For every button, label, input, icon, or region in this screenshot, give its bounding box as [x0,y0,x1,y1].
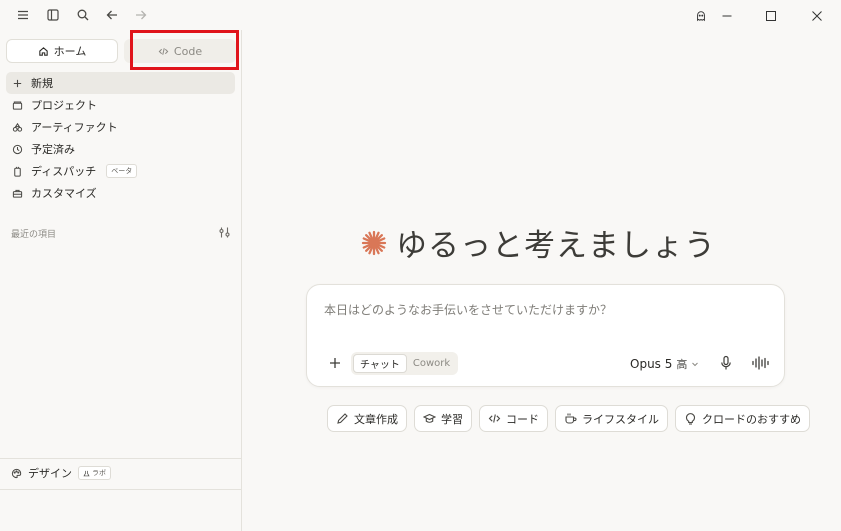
model-selector[interactable]: Opus 5 高 [630,356,699,372]
design-label: デザイン [28,467,72,480]
plus-icon [13,79,22,87]
chip-claudes-choice[interactable]: クロードのおすすめ [675,405,810,432]
effort-level: 高 [676,358,688,371]
chip-label: クロードのおすすめ [702,412,801,426]
voice-mode-icon[interactable] [751,355,769,371]
code-icon [158,47,169,55]
folder-icon [12,101,23,110]
filter-icon[interactable] [218,226,231,239]
code-icon [488,414,501,423]
sidebar-item-label: カスタマイズ [31,187,97,200]
palette-icon [11,468,22,478]
sidebar-item-scheduled[interactable]: 予定済み [6,138,235,160]
search-icon[interactable] [74,6,92,24]
claude-spark-icon [361,230,387,255]
briefcase-icon [12,189,23,198]
menu-icon[interactable] [14,6,32,24]
sidebar-item-label: アーティファクト [31,121,118,134]
sidebar-toggle-icon[interactable] [44,6,62,24]
chip-label: コード [506,412,539,426]
sidebar-item-label: ディスパッチ [31,165,97,178]
forward-arrow-icon[interactable] [132,6,150,24]
back-arrow-icon[interactable] [103,6,121,24]
minimize-icon[interactable] [712,4,742,28]
greeting: ゆるっと考えましょう [360,220,716,265]
flask-icon [83,470,90,476]
tab-code[interactable]: Code [124,39,236,63]
tab-home-label: ホーム [53,45,87,58]
sidebar-item-new[interactable]: 新規 [6,72,235,94]
pen-icon [337,413,348,424]
graduation-cap-icon [423,413,436,423]
chip-lifestyle[interactable]: ライフスタイル [555,405,668,432]
phone-icon [14,166,21,177]
beta-badge: ベータ [106,164,138,178]
chip-code[interactable]: コード [479,405,548,432]
lightbulb-icon [685,413,696,425]
chevron-down-icon [692,362,699,367]
close-icon[interactable] [802,4,832,28]
suggestion-chips: 文章作成 学習 コード ライフスタイル クロードのおすすめ [327,405,810,432]
tab-home[interactable]: ホーム [6,39,119,63]
sidebar-item-label: 予定済み [31,143,75,156]
tab-code-label: Code [173,44,203,58]
sidebar-nav: 新規 プロジェクト アーティファクト 予定済み ディスパッチ ベータ カスタマイ… [6,72,235,204]
maximize-icon[interactable] [756,4,786,28]
recents-label: 最近の項目 [11,230,57,240]
sidebar-item-dispatch[interactable]: ディスパッチ ベータ [6,160,235,182]
artifacts-icon [12,122,23,132]
sidebar-divider [0,489,241,490]
chip-writing[interactable]: 文章作成 [327,405,407,432]
lab-badge-label: ラボ [92,469,106,477]
sidebar-item-customize[interactable]: カスタマイズ [6,182,235,204]
model-name: Opus 5 [630,357,673,371]
chip-label: 文章作成 [354,412,398,426]
sidebar-item-label: 新規 [31,77,53,90]
add-attachment-button[interactable] [327,355,343,371]
sidebar-item-projects[interactable]: プロジェクト [6,94,235,116]
sidebar-item-label: プロジェクト [31,99,97,112]
mode-chat[interactable]: チャット [353,354,407,373]
chip-label: ライフスタイル [582,412,659,426]
composer: チャット Cowork Opus 5 高 [306,284,785,387]
clock-icon [12,144,23,154]
home-icon [38,46,48,56]
sidebar-item-artifacts[interactable]: アーティファクト [6,116,235,138]
main-area: ゆるっと考えましょう チャット Cowork Opus 5 高 文章作成 学習 [242,30,841,531]
lab-badge: ラボ [78,466,111,480]
prompt-input[interactable] [324,303,764,317]
chat-mode-toggle: チャット Cowork [351,352,459,375]
sidebar-item-design[interactable]: デザイン ラボ [11,465,111,481]
chip-learning[interactable]: 学習 [414,405,472,432]
plus-icon [330,358,340,368]
greeting-text: ゆるっと考えましょう [396,228,716,264]
chip-label: 学習 [441,412,463,426]
mode-switch: ホーム Code [6,39,236,65]
microphone-icon[interactable] [719,355,733,371]
sidebar: ホーム Code 新規 プロジェクト アーティファクト 予定済み ディスパッチ … [0,30,242,531]
coffee-icon [565,413,577,424]
sidebar-divider [0,458,241,459]
title-bar [0,0,841,30]
mode-cowork[interactable]: Cowork [407,354,456,373]
